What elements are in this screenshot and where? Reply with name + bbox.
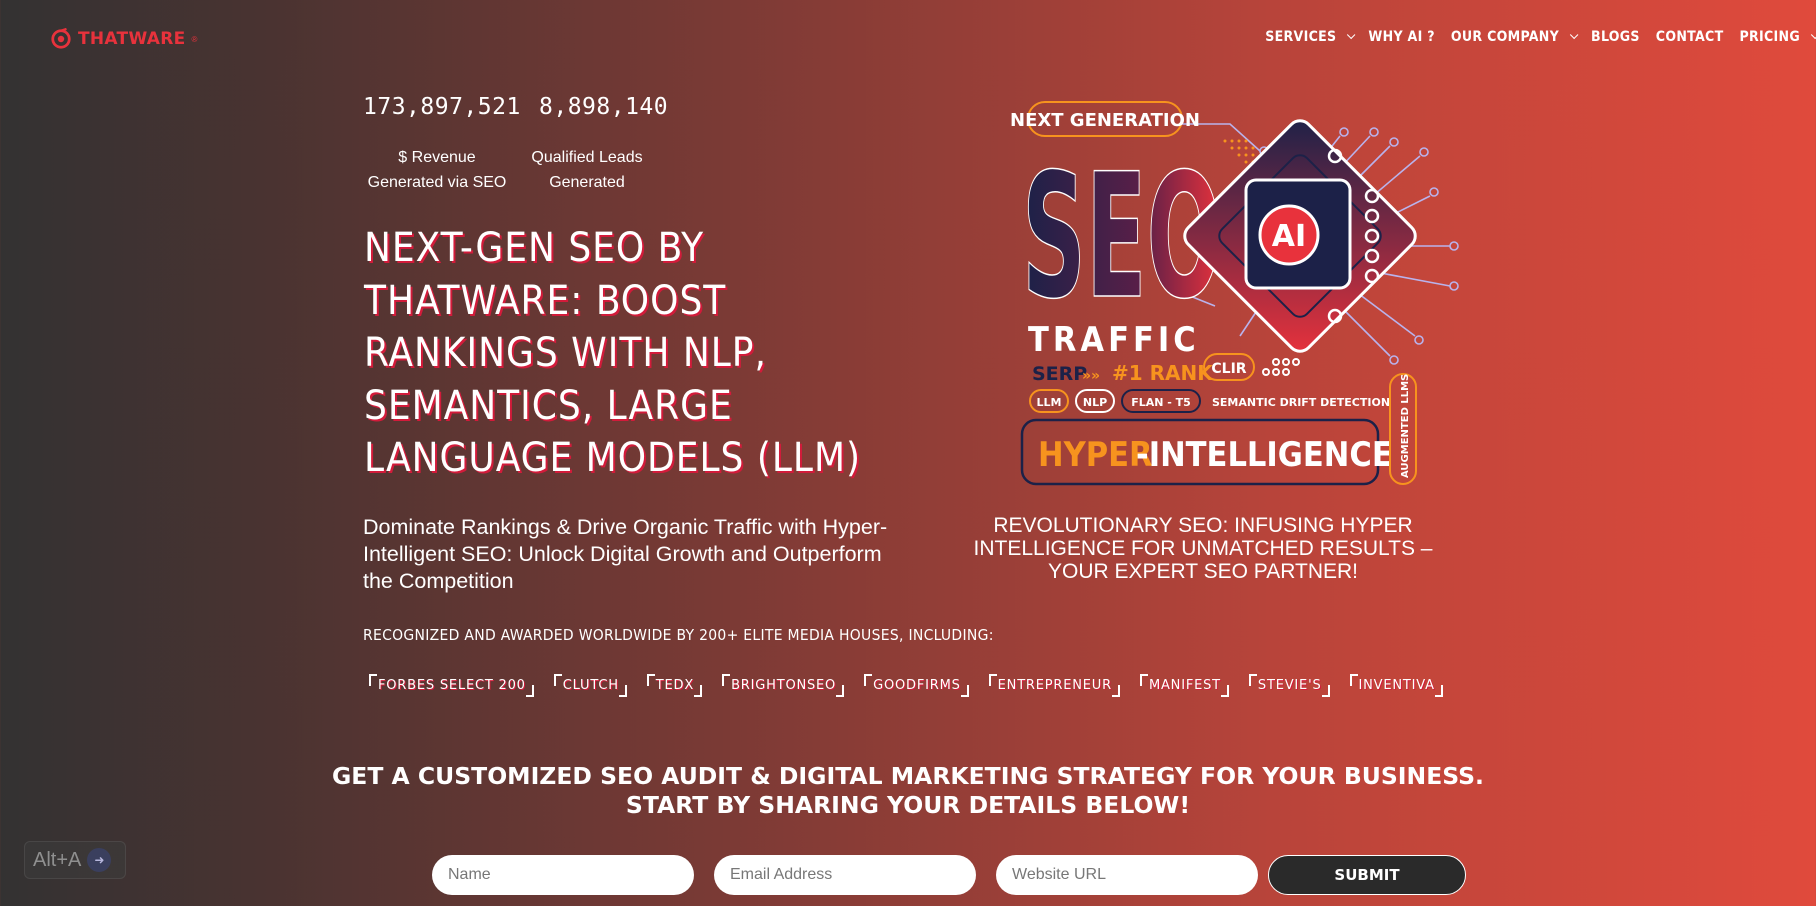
email-input[interactable] bbox=[714, 855, 976, 895]
nav-blogs-label: BLOGS bbox=[1591, 29, 1640, 45]
badge-manifest: MANIFEST bbox=[1139, 672, 1229, 697]
stat-revenue-label-line2: Generated via SEO bbox=[367, 174, 507, 191]
stat-revenue-label: $ Revenue Generated via SEO bbox=[363, 145, 511, 195]
badge-clutch: CLUTCH bbox=[553, 672, 627, 697]
alt-a-shortcut-widget[interactable]: Alt+A ➜ bbox=[24, 841, 126, 879]
page-headline: NEXT-GEN SEO BY THATWARE: BOOST RANKINGS… bbox=[364, 225, 862, 481]
next-generation-text: NEXT GENERATION bbox=[1010, 110, 1200, 131]
llm-pill-text: LLM bbox=[1037, 396, 1062, 409]
dot-pattern bbox=[1223, 139, 1255, 164]
badge-forbes: FORBES SELECT 200 bbox=[369, 672, 534, 697]
stat-revenue-value: 173,897,521 bbox=[363, 94, 521, 120]
badge-entrepreneur: ENTREPRENEUR bbox=[988, 672, 1121, 697]
nav-services-label: SERVICES bbox=[1265, 29, 1337, 45]
badge-stevies: STEVIE'S bbox=[1248, 672, 1330, 697]
nav-pricing[interactable]: PRICING bbox=[1739, 29, 1816, 45]
stat-leads-value: 8,898,140 bbox=[539, 94, 669, 120]
badge-goodfirms: GOODFIRMS bbox=[864, 672, 969, 697]
nav-why-ai-label: WHY AI ? bbox=[1368, 29, 1435, 45]
logo-swirl-icon bbox=[51, 28, 71, 49]
nav-our-company-label: OUR COMPANY bbox=[1450, 29, 1560, 45]
seo-ai-hero-graphic: NEXT GENERATION SEO AI TRAFFIC SERP »» #… bbox=[1010, 101, 1459, 486]
brand-registered-mark: ® bbox=[191, 34, 198, 44]
rank-text: #1 RANK bbox=[1112, 361, 1214, 385]
hero-caption: REVOLUTIONARY SEO: INFUSING HYPER INTELL… bbox=[973, 514, 1433, 583]
clir-text: CLIR bbox=[1211, 361, 1246, 377]
stats-labels: $ Revenue Generated via SEO Qualified Le… bbox=[363, 145, 649, 195]
chevron-down-icon bbox=[1347, 30, 1356, 40]
media-badges: FORBES SELECT 200 CLUTCH TEDX BRIGHTONSE… bbox=[369, 672, 1463, 697]
traffic-text: TRAFFIC bbox=[1028, 320, 1200, 360]
semantic-drift-text: SEMANTIC DRIFT DETECTION bbox=[1212, 396, 1390, 409]
badge-inventiva: INVENTIVA bbox=[1349, 672, 1444, 697]
main-nav: SERVICES WHY AI ? OUR COMPANY BLOGS CONT… bbox=[1249, 29, 1816, 45]
stat-revenue-label-line1: $ Revenue bbox=[398, 149, 476, 166]
nav-contact-label: CONTACT bbox=[1655, 29, 1724, 45]
ai-chip-text: AI bbox=[1272, 219, 1306, 254]
flan-pill-text: FLAN - T5 bbox=[1131, 396, 1191, 409]
nav-why-ai[interactable]: WHY AI ? bbox=[1368, 29, 1434, 45]
intelligence-text: -INTELLIGENCE bbox=[1136, 435, 1393, 475]
arrows-icon: »» bbox=[1082, 368, 1100, 384]
badge-brightonseo: BRIGHTONSEO bbox=[722, 672, 845, 697]
stats-numbers: 173,897,521 8,898,140 bbox=[363, 94, 668, 120]
nav-pricing-label: PRICING bbox=[1739, 29, 1800, 45]
stat-leads-label-line2: Generated bbox=[549, 174, 625, 191]
dots-decoration bbox=[1262, 358, 1300, 376]
website-url-input[interactable] bbox=[996, 855, 1258, 895]
nav-our-company[interactable]: OUR COMPANY bbox=[1450, 29, 1579, 45]
page-subheadline: Dominate Rankings & Drive Organic Traffi… bbox=[363, 515, 888, 593]
cta-heading: GET A CUSTOMIZED SEO AUDIT & DIGITAL MAR… bbox=[0, 762, 1816, 820]
augmented-llms-text: AUGMENTED LLMS bbox=[1400, 374, 1411, 478]
chevron-down-icon bbox=[1569, 30, 1579, 40]
arrow-icon: ➜ bbox=[87, 848, 112, 872]
recognition-heading: RECOGNIZED AND AWARDED WORLDWIDE BY 200+… bbox=[363, 626, 994, 644]
cta-line-2: START BY SHARING YOUR DETAILS BELOW! bbox=[625, 791, 1191, 819]
brand-logo[interactable]: THATWARE ® bbox=[50, 28, 197, 50]
serp-text: SERP bbox=[1032, 363, 1087, 385]
nav-contact[interactable]: CONTACT bbox=[1656, 29, 1724, 45]
alt-a-label: Alt+A bbox=[33, 848, 82, 871]
stat-leads-label-line1: Qualified Leads bbox=[531, 149, 643, 166]
brand-name: THATWARE bbox=[78, 29, 186, 49]
nlp-pill-text: NLP bbox=[1083, 396, 1107, 409]
badge-tedx: TEDX bbox=[646, 672, 703, 697]
nav-services[interactable]: SERVICES bbox=[1265, 29, 1356, 45]
name-input[interactable] bbox=[432, 855, 694, 895]
submit-button[interactable]: SUBMIT bbox=[1268, 855, 1466, 895]
seo-audit-form: SUBMIT bbox=[432, 855, 1466, 895]
nav-blogs[interactable]: BLOGS bbox=[1591, 29, 1640, 45]
chevron-down-icon bbox=[1810, 30, 1816, 40]
cta-line-1: GET A CUSTOMIZED SEO AUDIT & DIGITAL MAR… bbox=[332, 762, 1484, 790]
stat-leads-label: Qualified Leads Generated bbox=[525, 145, 649, 195]
